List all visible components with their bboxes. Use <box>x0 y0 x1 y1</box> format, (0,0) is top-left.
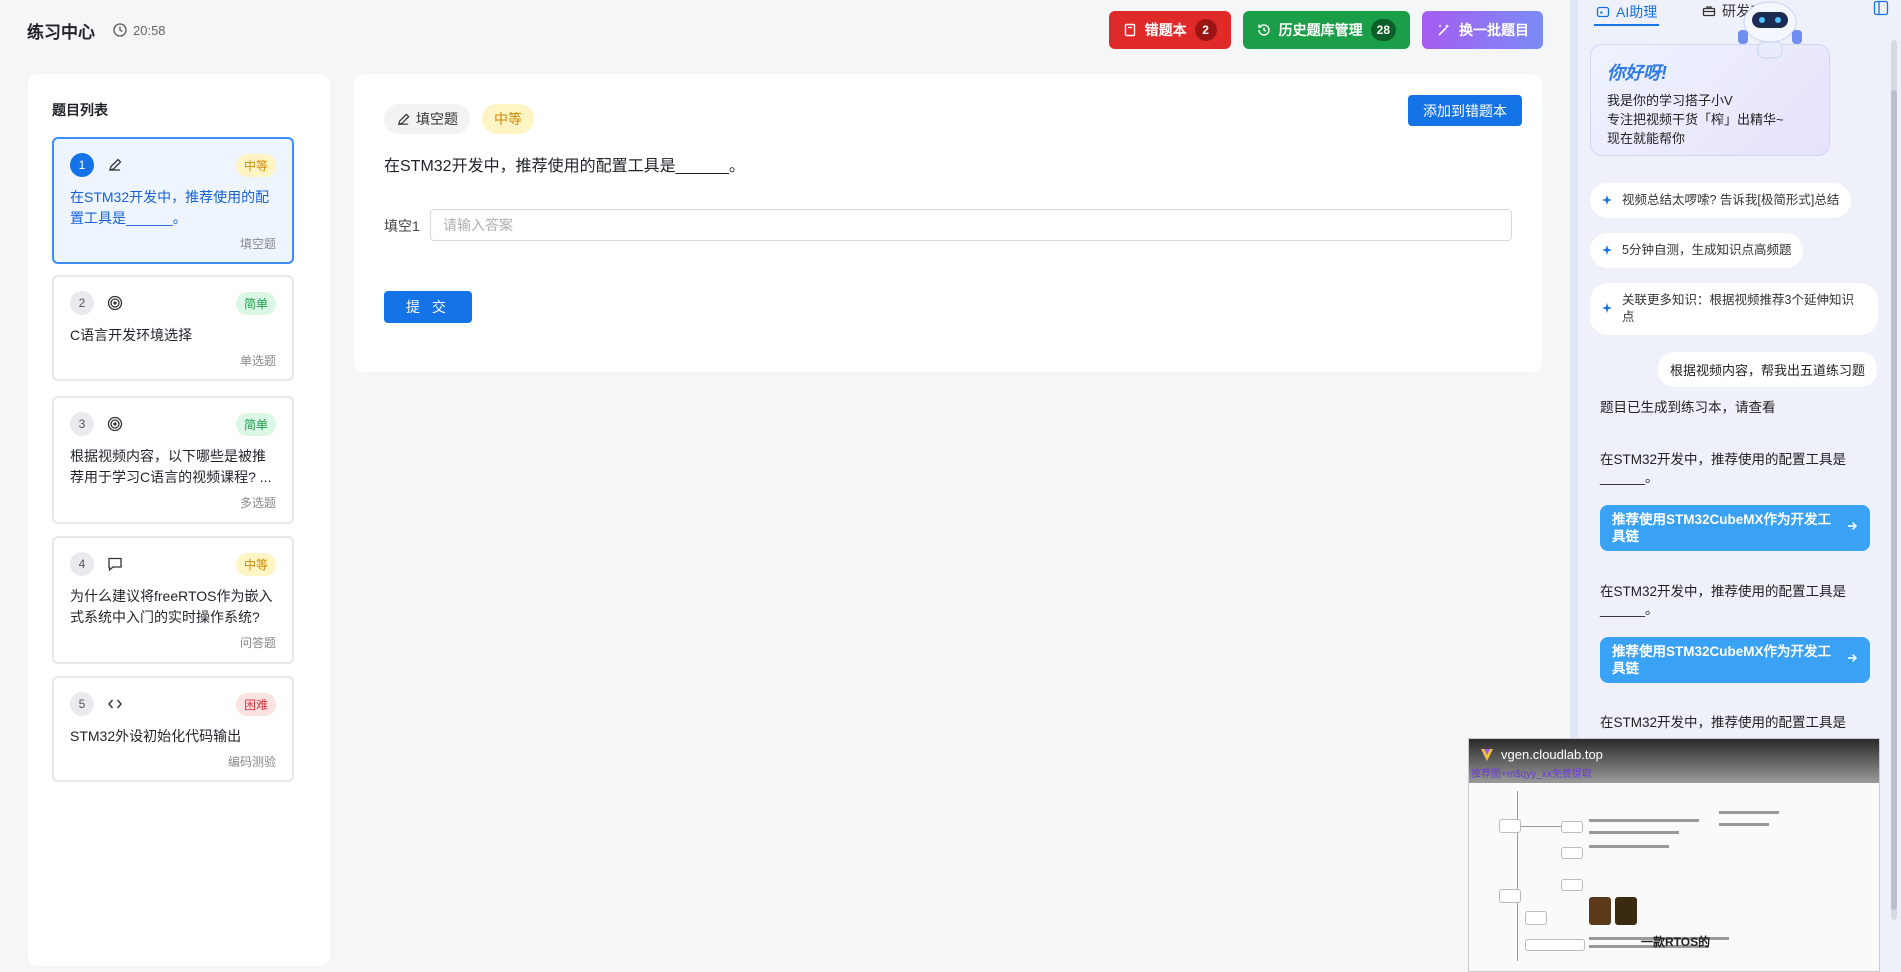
suggestion-chip-quiz[interactable]: 5分钟自测，生成知识点高频题 <box>1590 233 1804 268</box>
difficulty-badge: 简单 <box>235 291 276 315</box>
video-caption: 一款RTOS的 <box>1641 935 1711 949</box>
video-overlay-text: 推荐图+m$qyy_xx免费提取 <box>1471 769 1592 780</box>
assistant-icon <box>1596 6 1610 18</box>
book-icon <box>1124 23 1135 37</box>
assistant-question: 在STM32开发中，推荐使用的配置工具是 <box>1600 715 1847 730</box>
video-domain: vgen.cloudlab.top <box>1501 747 1603 762</box>
sparkle-icon <box>1602 303 1612 313</box>
add-to-wrong-book-button[interactable]: 添加到错题本 <box>1408 95 1522 126</box>
chip-label: 关联更多知识：根据视频推荐3个延伸知识点 <box>1622 293 1854 324</box>
clock-icon <box>113 23 127 37</box>
wrong-book-label: 错题本 <box>1144 22 1187 38</box>
question-text: C语言开发环境选择 <box>70 327 193 343</box>
question-text: 根据视频内容，以下哪些是被推荐用于学习C语言的视频课程? ... <box>70 448 272 485</box>
page-title: 练习中心 <box>27 22 95 42</box>
target-icon <box>104 413 126 435</box>
question-list-panel: 题目列表 1 中等 在STM32开发中，推荐使用的配置工具是______。 填空… <box>28 74 330 966</box>
answer-card[interactable]: 推荐使用STM32CubeMX作为开发工具链 <box>1600 637 1870 683</box>
video-pip-window[interactable]: vgen.cloudlab.top 推荐图+m$qyy_xx免费提取 一款RTO… <box>1468 738 1880 972</box>
question-list-title: 题目列表 <box>52 102 108 118</box>
welcome-line: 专注把视频干货「榨」出精华~ <box>1607 112 1784 127</box>
user-message: 根据视频内容，帮我出五道练习题 <box>1657 352 1877 387</box>
blank-label: 填空1 <box>384 218 420 234</box>
history-label: 历史题库管理 <box>1278 22 1363 38</box>
tab-ai-label: AI助理 <box>1616 4 1658 20</box>
question-number: 5 <box>70 692 94 716</box>
question-item-1[interactable]: 1 中等 在STM32开发中，推荐使用的配置工具是______。 填空题 <box>52 137 294 264</box>
question-number: 2 <box>70 291 94 315</box>
tab-ai-assistant[interactable]: AI助理 <box>1594 0 1660 26</box>
question-type-tag: 填空题 <box>384 104 470 134</box>
sparkle-icon <box>1438 23 1450 36</box>
chip-label: 视频总结太啰嗦? 告诉我[极简形式]总结 <box>1622 193 1840 207</box>
assistant-question: 在STM32开发中，推荐使用的配置工具是______。 <box>1600 584 1847 617</box>
pencil-icon <box>397 112 410 125</box>
question-number: 4 <box>70 552 94 576</box>
assistant-scrollbar[interactable] <box>1891 40 1897 920</box>
question-item-4[interactable]: 4 中等 为什么建议将freeRTOS作为嵌入式系统中入门的实时操作系统? 问答… <box>52 536 294 664</box>
difficulty-badge: 中等 <box>235 552 276 576</box>
difficulty-badge: 困难 <box>235 692 276 716</box>
site-logo-icon <box>1481 749 1493 761</box>
question-text: STM32外设初始化代码输出 <box>70 728 242 744</box>
refresh-label: 换一批题目 <box>1459 22 1529 38</box>
suggestion-chip-summary[interactable]: 视频总结太啰嗦? 告诉我[极简形式]总结 <box>1590 183 1852 218</box>
question-item-2[interactable]: 2 简单 C语言开发环境选择 单选题 <box>52 275 294 381</box>
refresh-questions-button[interactable]: 换一批题目 <box>1422 11 1543 49</box>
question-item-3[interactable]: 3 简单 根据视频内容，以下哪些是被推荐用于学习C语言的视频课程? ... 多选… <box>52 396 294 524</box>
wrong-book-count: 2 <box>1194 19 1217 41</box>
chip-label: 5分钟自测，生成知识点高频题 <box>1622 243 1792 257</box>
answer-text: 推荐使用STM32CubeMX作为开发工具链 <box>1612 644 1832 676</box>
question-type: 多选题 <box>239 496 276 510</box>
sparkle-icon <box>1602 245 1612 255</box>
timer-value: 20:58 <box>133 22 166 38</box>
header: 练习中心 20:58 错题本 2 历史题库管理 28 换一批题目 <box>0 0 1570 60</box>
assistant-question: 在STM32开发中，推荐使用的配置工具是______。 <box>1600 452 1847 485</box>
submit-button[interactable]: 提 交 <box>384 291 472 323</box>
question-type: 单选题 <box>239 354 276 368</box>
difficulty-badge: 中等 <box>235 153 276 177</box>
sparkle-icon <box>1602 195 1612 205</box>
robot-mascot-icon <box>1738 1 1802 59</box>
difficulty-badge: 简单 <box>235 412 276 436</box>
question-type: 编码测验 <box>227 755 276 769</box>
question-text: 在STM32开发中，推荐使用的配置工具是______。 <box>70 189 270 226</box>
answer-text: 推荐使用STM32CubeMX作为开发工具链 <box>1612 512 1832 544</box>
question-number: 1 <box>70 153 94 177</box>
scroll-thumb[interactable] <box>1891 90 1897 910</box>
history-bank-button[interactable]: 历史题库管理 28 <box>1242 11 1410 49</box>
history-count: 28 <box>1370 19 1396 41</box>
history-icon <box>1257 24 1270 36</box>
assistant-message: 题目已生成到练习本，请查看 <box>1600 400 1776 415</box>
question-type-label: 填空题 <box>416 111 458 127</box>
question-item-5[interactable]: 5 困难 STM32外设初始化代码输出 编码测验 <box>52 676 294 782</box>
difficulty-tag: 中等 <box>482 104 534 134</box>
pencil-icon <box>104 154 126 176</box>
timer: 20:58 <box>113 23 166 38</box>
question-text: 在STM32开发中，推荐使用的配置工具是______。 <box>384 158 745 175</box>
answer-input[interactable] <box>430 209 1512 241</box>
code-icon <box>104 693 126 715</box>
answer-card[interactable]: 推荐使用STM32CubeMX作为开发工具链 <box>1600 505 1870 551</box>
question-type: 填空题 <box>239 237 276 251</box>
arrow-right-icon <box>1848 521 1858 531</box>
arrow-right-icon <box>1848 653 1858 663</box>
question-type: 问答题 <box>239 636 276 650</box>
toolbox-icon <box>1702 6 1716 17</box>
target-icon <box>104 292 126 314</box>
welcome-line: 我是你的学习搭子小V <box>1607 93 1733 108</box>
suggestion-chip-related[interactable]: 关联更多知识：根据视频推荐3个延伸知识点 <box>1590 283 1878 335</box>
question-number: 3 <box>70 412 94 436</box>
welcome-greeting: 你好呀! <box>1607 63 1667 83</box>
wrong-book-button[interactable]: 错题本 2 <box>1108 11 1231 49</box>
question-text: 为什么建议将freeRTOS作为嵌入式系统中入门的实时操作系统? <box>70 588 273 625</box>
sidebar-toggle-icon[interactable] <box>1873 0 1889 16</box>
chat-icon <box>104 553 126 575</box>
question-detail-card: 填空题 中等 添加到错题本 在STM32开发中，推荐使用的配置工具是______… <box>354 74 1542 372</box>
welcome-line: 现在就能帮你 <box>1607 131 1686 146</box>
